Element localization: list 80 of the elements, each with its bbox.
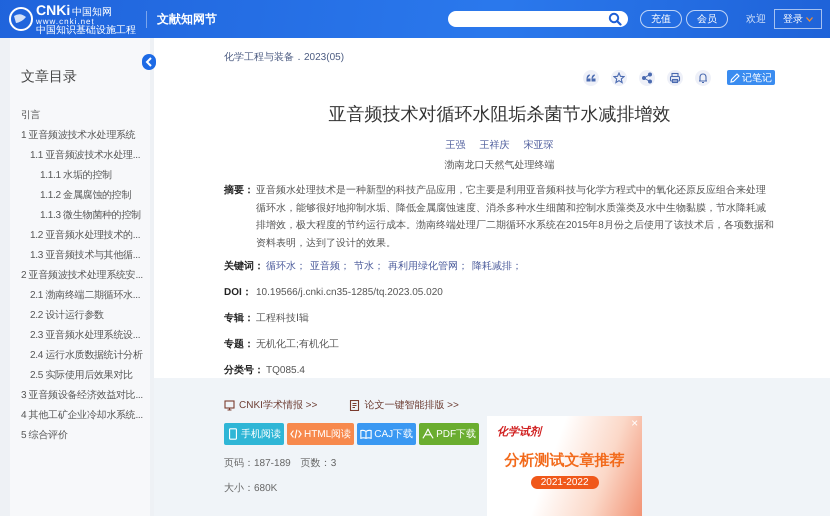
toc-item[interactable]: 1.1.1 水垢的控制: [21, 166, 150, 186]
toc-item[interactable]: 1 亚音频波技术水处理系统: [21, 126, 150, 146]
file-info: 页码：187-189: [224, 457, 291, 470]
toc-item[interactable]: 1.3 亚音频技术与其他循...: [21, 246, 150, 266]
toc-item[interactable]: 2.4 运行水质数据统计分析: [21, 346, 150, 366]
globe-icon: [8, 6, 34, 32]
toc-item[interactable]: 2 亚音频波技术处理系统安...: [21, 266, 150, 286]
header-button[interactable]: 会员: [686, 10, 728, 28]
ad-brand: 化学试剂: [497, 424, 542, 439]
login-button[interactable]: 登录: [774, 9, 822, 29]
toc-item[interactable]: 2.5 实际使用后效果对比: [21, 366, 150, 386]
field-label: DOI：: [224, 286, 253, 300]
author-link[interactable]: 王祥庆: [480, 138, 510, 152]
print-icon: [669, 72, 681, 84]
toc-item[interactable]: 2.3 亚音频水处理系统设...: [21, 326, 150, 346]
affiliation-link[interactable]: 渤南龙口天然气处理终端: [224, 158, 775, 172]
toc-item[interactable]: 1.1 亚音频波技术水处理...: [21, 146, 150, 166]
file-info: 页数：3: [300, 457, 336, 470]
welcome-text: 欢迎: [746, 12, 766, 26]
document-icon: [349, 400, 360, 410]
collapse-button[interactable]: [142, 54, 156, 70]
toc-item[interactable]: 2.2 设计运行参数: [21, 306, 150, 326]
abstract-label: 摘要：: [224, 183, 255, 198]
section-title: 文献知网节: [146, 10, 217, 28]
logo-wordmark: CNKi: [36, 2, 70, 16]
toc-item[interactable]: 引言: [21, 106, 150, 126]
article-title: 亚音频技术对循环水阻垢杀菌节水减排增效: [328, 103, 672, 126]
ad-banner[interactable]: 化学试剂 × 分析测试文章推荐 2021-2022: [487, 416, 642, 516]
toc-item[interactable]: 1.1.3 微生物菌种的控制: [21, 206, 150, 226]
field-value: 工程科技Ⅰ辑: [256, 312, 309, 326]
keyword-link[interactable]: 再利用绿化管网；: [388, 258, 468, 275]
abstract-text: 亚音频水处理技术是一种新型的科技产品应用，它主要是利用亚音频科技与化学方程式中的氧化还原反应组合来处理循环水，能够很好地抑制水垢、降低金属腐蚀速度、消杀多种水生细菌和控制水质藻类及水中生物黏膜，节水降耗减排增效，极大程度的节约运行成本。渤南终端处理厂二期循环水系统在2015年8月份之后使用了该技术后，各项数据和资料表明，达到了设计的效果。: [256, 184, 775, 250]
author-link[interactable]: 宋亚琛: [524, 138, 554, 152]
quote-button[interactable]: [583, 70, 599, 86]
ad-years-tag: 2021-2022: [530, 476, 599, 489]
code-icon: [290, 428, 302, 440]
logo-url: www.cnki.net: [36, 18, 95, 26]
book-icon: [360, 428, 372, 440]
chevron-left-icon: [145, 57, 153, 67]
field-value: 10.19566/j.cnki.cn35-1285/tq.2023.05.020: [256, 286, 443, 300]
field-label: 专题：: [224, 338, 255, 352]
search-icon[interactable]: [608, 12, 622, 26]
toc-item[interactable]: 1.2 亚音频水处理技术的...: [21, 226, 150, 246]
toc-title: 文章目录: [21, 68, 78, 86]
toc-item[interactable]: 3 亚音频设备经济效益对比...: [21, 386, 150, 406]
bell-button[interactable]: [695, 70, 711, 86]
logo-chinese: 中国知网: [72, 8, 112, 18]
phone-icon: [227, 428, 239, 440]
pencil-icon: [730, 72, 740, 82]
toc-item[interactable]: 4 其他工矿企业冷却水系统...: [21, 406, 150, 426]
ad-headline: 分析测试文章推荐: [504, 451, 625, 470]
file-info: 大小：680K: [224, 482, 278, 495]
caret-icon: [806, 16, 813, 22]
bell-icon: [697, 72, 709, 84]
toc-item[interactable]: 5 综合评价: [21, 426, 150, 446]
quote-icon: [585, 72, 597, 84]
field-value: 无机化工;有机化工: [256, 338, 339, 352]
keyword-link[interactable]: 亚音频；: [310, 258, 350, 275]
pdf-icon: [422, 428, 434, 440]
monitor-icon: [224, 400, 235, 410]
share-button[interactable]: [639, 70, 655, 86]
star-icon: [613, 72, 625, 84]
toc-item[interactable]: 1.1.2 金属腐蚀的控制: [21, 186, 150, 206]
print-button[interactable]: [667, 70, 683, 86]
share-icon: [641, 72, 653, 84]
star-button[interactable]: [611, 70, 627, 86]
keyword-link[interactable]: 节水；: [354, 258, 384, 275]
field-label: 专辑：: [224, 312, 255, 326]
field-value: TQ085.4: [266, 364, 305, 378]
feature-link[interactable]: 论文一键智能排版 >>: [349, 398, 459, 412]
journal-source[interactable]: 化学工程与装备．2023(05): [224, 50, 775, 64]
logo-tagline: 中国知识基础设施工程: [36, 26, 136, 36]
author-link[interactable]: 王强: [446, 138, 466, 152]
search-field[interactable]: [448, 11, 628, 27]
toc-item[interactable]: 2.1 渤南终端二期循环水...: [21, 286, 150, 306]
keyword-link[interactable]: 降耗减排；: [472, 258, 522, 275]
keyword-link[interactable]: 循环水；: [266, 258, 306, 275]
feature-link[interactable]: CNKI学术情报 >>: [224, 398, 318, 412]
header-button[interactable]: 充值: [640, 10, 682, 28]
site-logo[interactable]: CNKi 中国知网 www.cnki.net 中国知识基础设施工程: [8, 2, 136, 36]
